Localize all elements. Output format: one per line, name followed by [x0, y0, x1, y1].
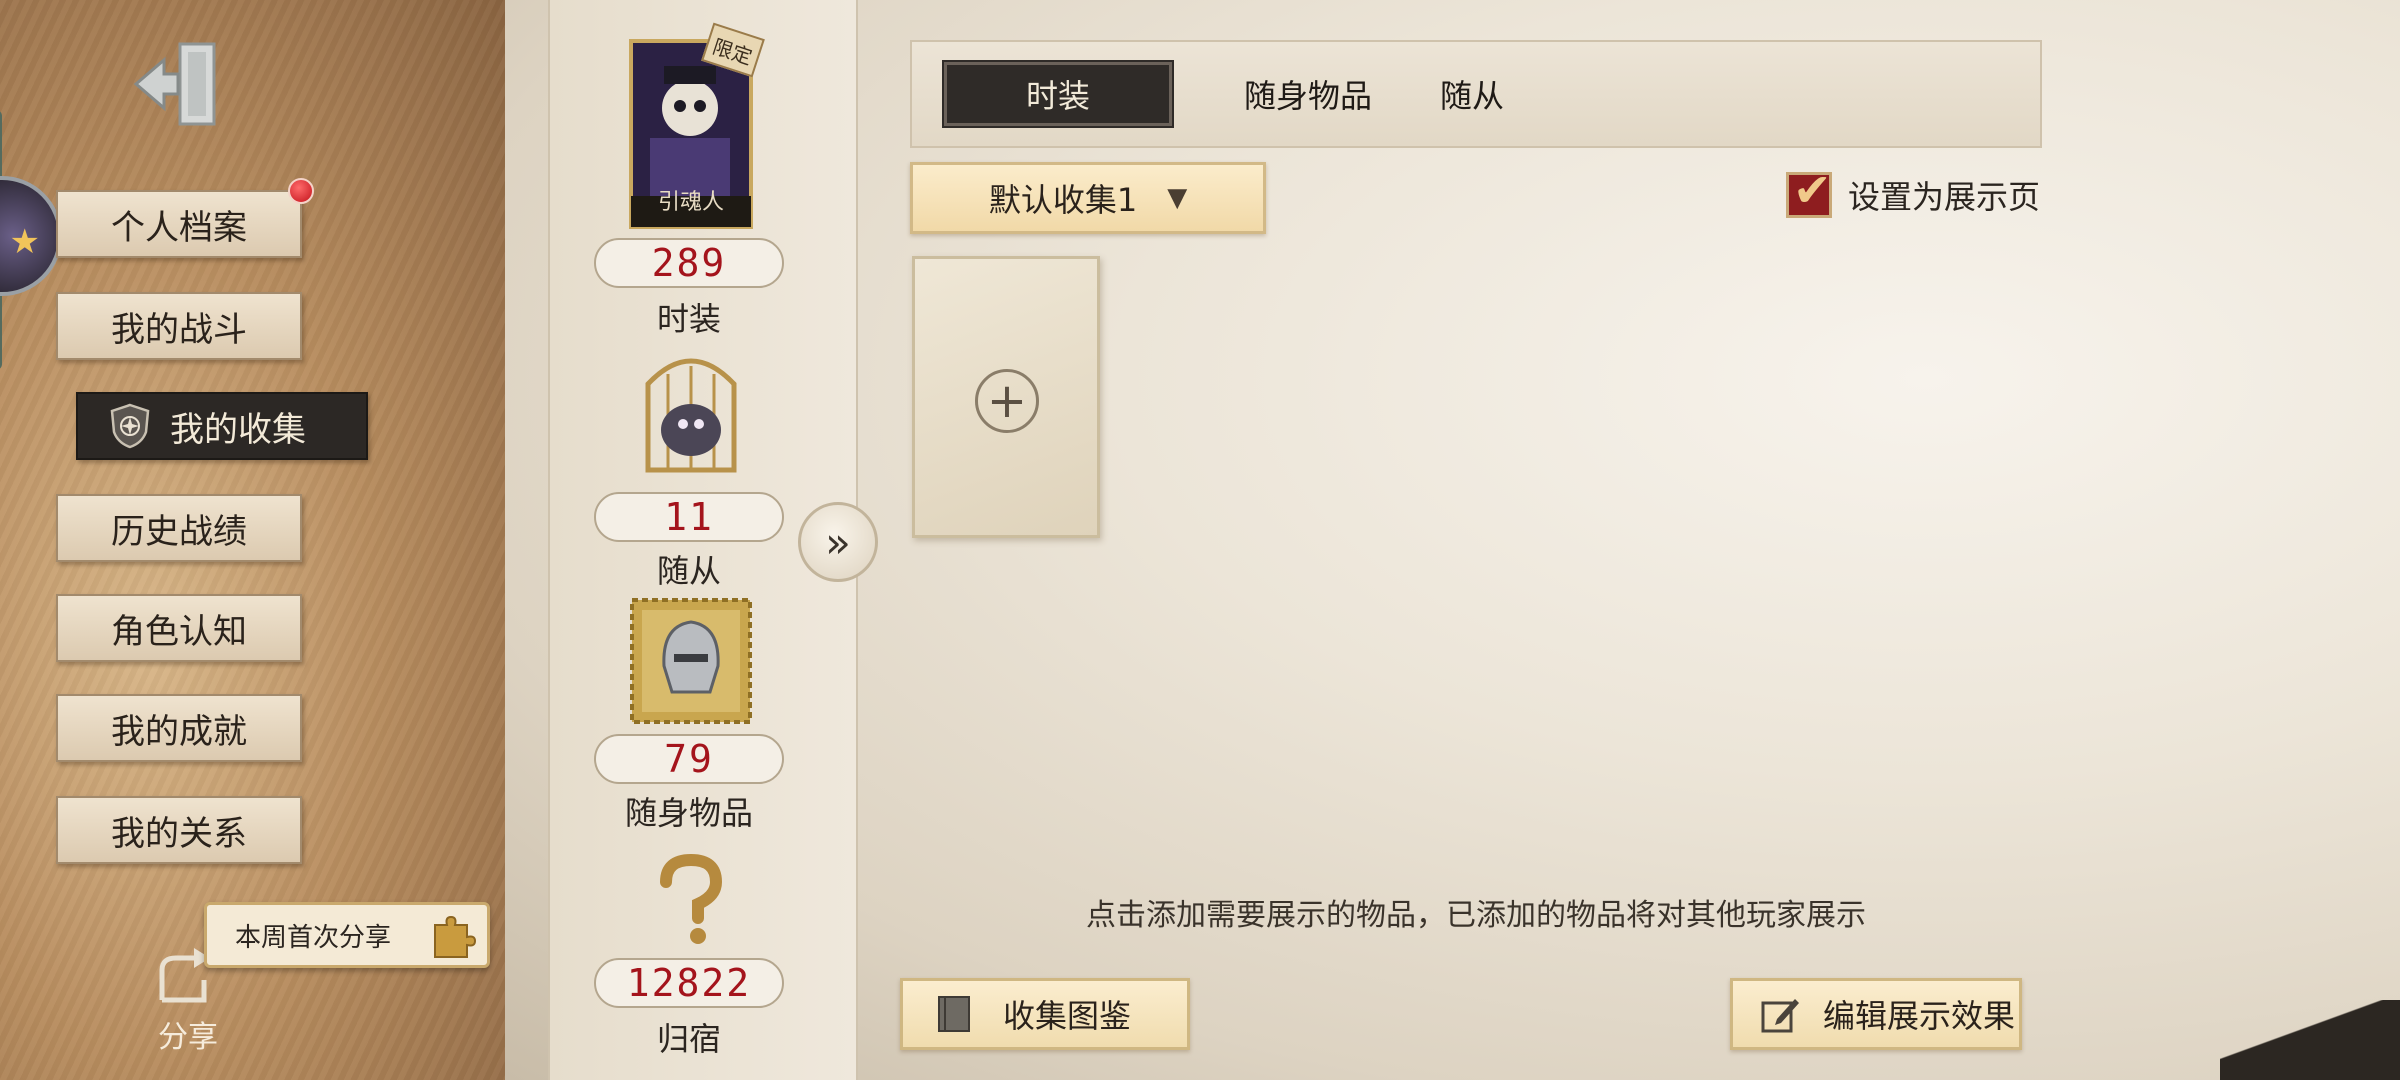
double-chevron-right-icon: »: [825, 517, 851, 567]
menu-profile[interactable]: 个人档案: [56, 178, 314, 258]
menu-character-knowledge-label: 角色认知: [111, 611, 247, 652]
book-icon: [938, 996, 970, 1032]
exit-icon[interactable]: [128, 34, 228, 134]
display-hint-text: 点击添加需要展示的物品，已添加的物品将对其他玩家展示: [1086, 898, 1866, 933]
menu-history-label: 历史战绩: [111, 511, 247, 552]
menu-relationships[interactable]: 我的关系: [56, 796, 302, 864]
checkbox-checked-icon[interactable]: [1786, 163, 1832, 218]
accessory-stamp-image[interactable]: [628, 596, 754, 726]
menu-achievements[interactable]: 我的成就: [56, 694, 302, 762]
star-icon: ★: [9, 222, 40, 262]
set-showcase-label: 设置为展示页: [1848, 178, 2041, 216]
collection-book-label: 收集图鉴: [1003, 997, 1132, 1035]
menu-my-battles[interactable]: 我的战斗: [56, 292, 302, 360]
menu-my-collection-label: 我的收集: [170, 409, 306, 450]
pet-cage-image[interactable]: [628, 344, 754, 480]
notification-badge: [288, 178, 314, 204]
chevron-down-icon: ▼: [1167, 183, 1188, 213]
edit-display-button[interactable]: 编辑展示效果: [1730, 978, 2022, 1050]
collection-book-button[interactable]: 收集图鉴: [900, 978, 1190, 1050]
costume-count: 289: [594, 238, 784, 288]
left-menu-panel: ★ 个人档案 我的战斗 我的收集 历史战绩 角色认知 我的成就 我的关系 分享: [0, 0, 505, 1080]
plus-icon: +: [975, 369, 1039, 433]
costume-label: 时装: [656, 300, 721, 338]
menu-history[interactable]: 历史战绩: [56, 494, 302, 562]
edit-icon: [1761, 999, 1799, 1033]
pet-label: 随从: [656, 552, 721, 590]
edit-display-label: 编辑展示效果: [1823, 997, 2016, 1035]
category-tab-bar: 时装 随身物品 随从: [910, 40, 2042, 148]
floating-assistant-icon[interactable]: ★: [0, 176, 62, 296]
shield-icon: [110, 403, 150, 449]
weekly-share-tooltip[interactable]: 本周首次分享: [204, 902, 490, 968]
question-mark-icon[interactable]: [646, 852, 736, 948]
tab-costume[interactable]: 时装: [944, 62, 1172, 126]
pet-count: 11: [594, 492, 784, 542]
share-label[interactable]: 分享: [158, 1012, 218, 1056]
menu-character-knowledge[interactable]: 角色认知: [56, 594, 302, 662]
add-item-slot[interactable]: +: [912, 256, 1100, 538]
accessory-label: 随身物品: [624, 794, 753, 832]
home-count: 12822: [594, 958, 784, 1008]
set-showcase-toggle[interactable]: 设置为展示页: [1786, 163, 2041, 218]
collection-preset-dropdown[interactable]: 默认收集1 ▼: [910, 162, 1266, 234]
costume-name: 引魂人: [657, 190, 724, 215]
home-label: 归宿: [656, 1020, 721, 1058]
menu-my-battles-label: 我的战斗: [111, 309, 247, 350]
page-corner: [2220, 1000, 2400, 1080]
menu-my-collection[interactable]: 我的收集: [76, 392, 368, 460]
tab-pet[interactable]: 随从: [1358, 62, 1586, 126]
menu-relationships-label: 我的关系: [111, 813, 247, 854]
weekly-share-text: 本周首次分享: [235, 922, 392, 953]
menu-profile-label: 个人档案: [111, 207, 247, 248]
dropdown-value: 默认收集1: [988, 181, 1138, 219]
accessory-count: 79: [594, 734, 784, 784]
menu-achievements-label: 我的成就: [111, 711, 247, 752]
expand-arrow-button[interactable]: »: [798, 502, 878, 582]
puzzle-icon: [434, 915, 477, 958]
